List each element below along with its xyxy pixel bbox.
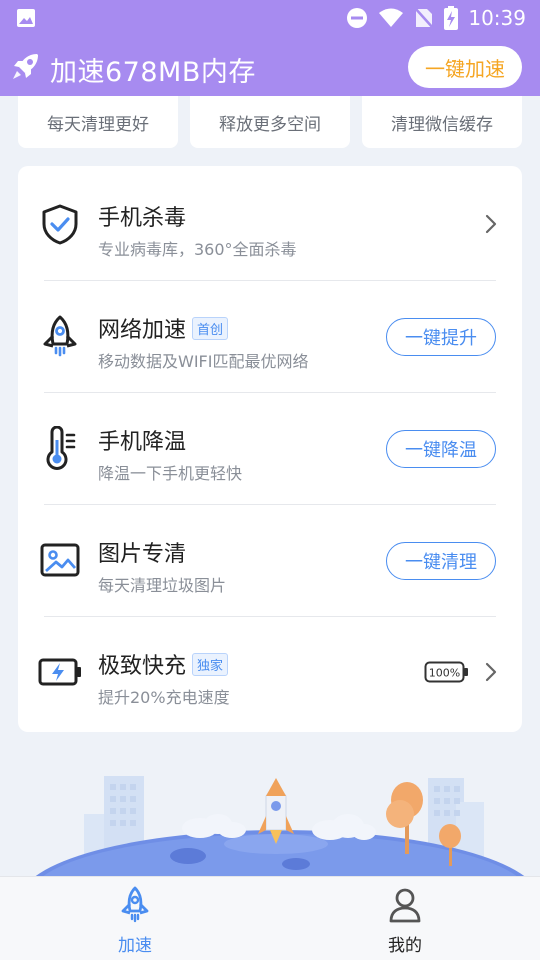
nav-mine[interactable]: 我的 xyxy=(270,877,540,960)
feature-cooling[interactable]: 手机降温 降温一下手机更轻快 一键降温 xyxy=(18,392,522,504)
feature-antivirus[interactable]: 手机杀毒 专业病毒库，360°全面杀毒 xyxy=(18,168,522,280)
feature-picture-clean[interactable]: 图片专清 每天清理垃圾图片 一键清理 xyxy=(18,504,522,616)
feature-subtitle: 每天清理垃圾图片 xyxy=(98,576,227,595)
shield-check-icon xyxy=(42,204,78,245)
quick-tab-daily-clean[interactable]: 每天清理更好 xyxy=(18,96,178,148)
feature-subtitle: 降温一下手机更轻快 xyxy=(98,464,243,483)
nav-boost-label: 加速 xyxy=(118,936,152,956)
quick-tab-free-space[interactable]: 释放更多空间 xyxy=(190,96,350,148)
no-sim-icon xyxy=(414,7,435,29)
nav-mine-label: 我的 xyxy=(388,936,422,956)
status-bar: 10:39 xyxy=(0,0,540,36)
feature-subtitle: 移动数据及WIFI匹配最优网络 xyxy=(98,352,309,371)
one-key-cool-button[interactable]: 一键降温 xyxy=(386,430,496,468)
feature-list-card: 手机杀毒 专业病毒库，360°全面杀毒 网络加速 首创 移动数据及WIFI匹配最… xyxy=(18,166,522,732)
person-icon xyxy=(389,888,421,923)
dnd-icon xyxy=(347,8,368,28)
battery-flash-icon xyxy=(38,658,81,686)
chevron-right-icon[interactable] xyxy=(484,662,498,682)
feature-fast-charge[interactable]: 极致快充 独家 提升20%充电速度 100% xyxy=(18,616,522,728)
nav-boost[interactable]: 加速 xyxy=(0,877,270,960)
feature-subtitle: 专业病毒库，360°全面杀毒 xyxy=(98,240,297,259)
feature-subtitle: 提升20%充电速度 xyxy=(98,688,230,707)
rocket-icon xyxy=(43,315,77,357)
status-time: 10:39 xyxy=(468,6,526,30)
quick-tab-wechat-cache[interactable]: 清理微信缓存 xyxy=(362,96,522,148)
rocket-icon xyxy=(13,54,38,79)
battery-full-icon: 100% xyxy=(424,661,468,683)
app-header-bar: 10:39 加速678MB内存 一键加速 xyxy=(0,0,540,96)
header: 加速678MB内存 一键加速 xyxy=(0,38,540,96)
battery-charging-icon xyxy=(444,6,459,30)
one-key-upgrade-button[interactable]: 一键提升 xyxy=(386,318,496,356)
picture-icon xyxy=(40,543,80,577)
exclusive-tag-badge: 独家 xyxy=(192,652,229,676)
rocket-nav-icon xyxy=(121,886,149,923)
first-tag-badge: 首创 xyxy=(192,316,229,340)
feature-network-boost[interactable]: 网络加速 首创 移动数据及WIFI匹配最优网络 一键提升 xyxy=(18,280,522,392)
one-key-boost-button[interactable]: 一键加速 xyxy=(408,46,522,88)
page-title: 加速678MB内存 xyxy=(50,57,256,88)
battery-label: 100% xyxy=(429,667,460,680)
wifi-icon xyxy=(379,8,404,27)
feature-title: 手机降温 xyxy=(98,430,187,455)
rocket-launch-illustration xyxy=(35,776,525,876)
chevron-right-icon[interactable] xyxy=(484,214,498,234)
feature-title: 手机杀毒 xyxy=(98,206,187,231)
feature-title: 极致快充 独家 xyxy=(98,648,229,680)
image-icon xyxy=(17,9,35,27)
thermometer-icon xyxy=(46,426,76,470)
feature-title: 网络加速 首创 xyxy=(98,312,229,344)
feature-title: 图片专清 xyxy=(98,542,187,567)
bottom-nav: 加速 我的 xyxy=(0,876,540,960)
one-key-clean-button[interactable]: 一键清理 xyxy=(386,542,496,580)
quick-tabs: 每天清理更好 释放更多空间 清理微信缓存 xyxy=(18,96,522,148)
